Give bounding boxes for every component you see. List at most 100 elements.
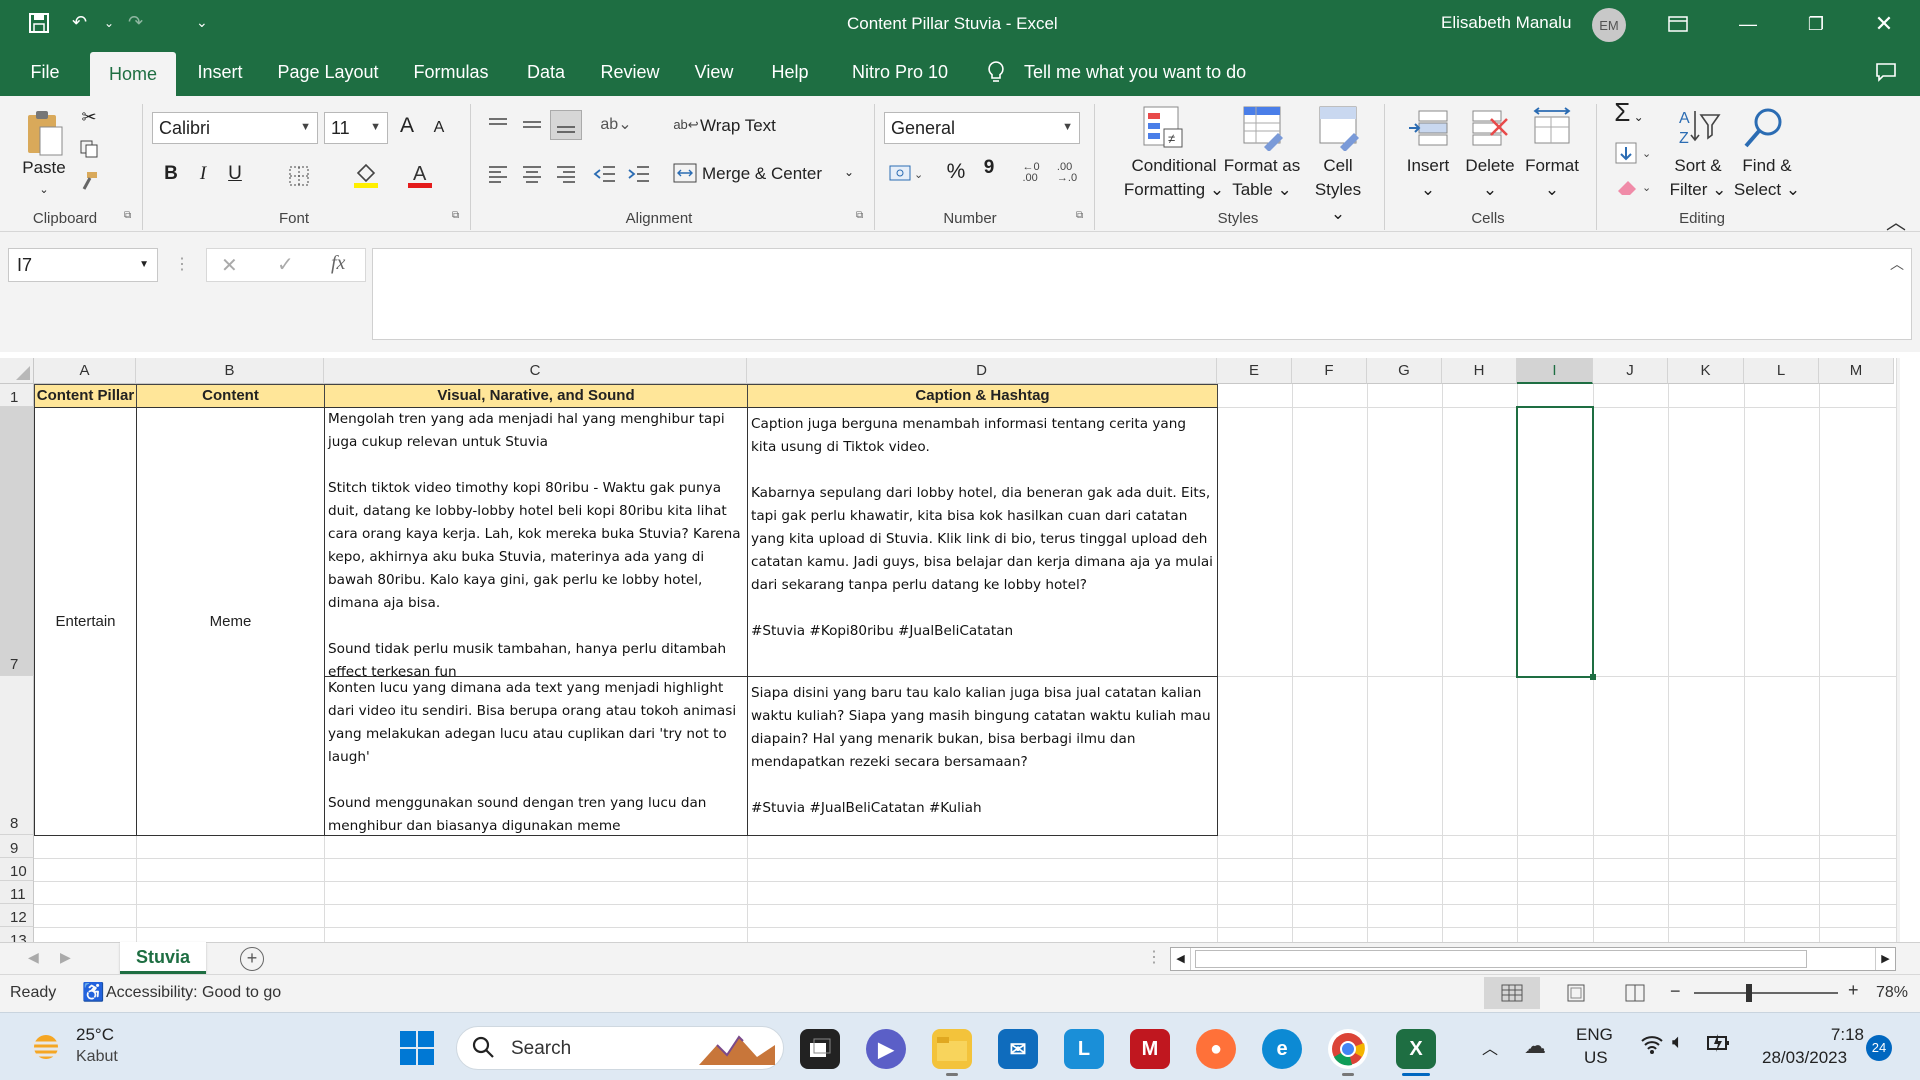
battery-icon[interactable]: [1706, 1031, 1732, 1061]
lenovo-vantage-icon[interactable]: L: [1064, 1029, 1104, 1069]
merge-dropdown-icon[interactable]: ⌄: [840, 160, 858, 184]
edge-icon[interactable]: e: [1262, 1029, 1302, 1069]
decrease-indent-icon[interactable]: [592, 162, 618, 186]
column-header-i[interactable]: I: [1517, 358, 1593, 384]
sort-filter-icon[interactable]: AZ: [1674, 104, 1722, 152]
italic-button[interactable]: I: [192, 162, 214, 186]
format-as-table-icon[interactable]: [1240, 104, 1286, 152]
align-middle-icon[interactable]: [520, 114, 544, 136]
decrease-font-button[interactable]: A: [428, 116, 450, 140]
tab-formulas[interactable]: Formulas: [404, 48, 498, 96]
excel-icon[interactable]: X: [1396, 1029, 1436, 1069]
wifi-icon[interactable]: [1640, 1033, 1664, 1060]
insert-cells-icon[interactable]: [1406, 106, 1450, 150]
tab-help[interactable]: Help: [760, 48, 820, 96]
row-header-10[interactable]: 10: [0, 858, 34, 881]
column-header-c[interactable]: C: [324, 358, 747, 384]
cell-content[interactable]: Meme: [136, 407, 325, 836]
cell-r8-visual[interactable]: Konten lucu yang dimana ada text yang me…: [324, 676, 748, 836]
taskbar-search[interactable]: Search: [456, 1026, 784, 1070]
column-header-f[interactable]: F: [1292, 358, 1367, 384]
page-break-view-icon[interactable]: [1614, 977, 1654, 1009]
teams-chat-icon[interactable]: ▶: [866, 1029, 906, 1069]
tab-home[interactable]: Home: [90, 52, 176, 96]
paste-dropdown-icon[interactable]: ⌄: [30, 178, 58, 202]
select-all-corner[interactable]: [0, 358, 34, 384]
header-caption[interactable]: Caption & Hashtag: [747, 384, 1218, 408]
customize-qat-icon[interactable]: ⌄: [196, 14, 208, 38]
column-header-l[interactable]: L: [1744, 358, 1819, 384]
column-header-h[interactable]: H: [1442, 358, 1517, 384]
tab-review[interactable]: Review: [594, 48, 666, 96]
tab-view[interactable]: View: [684, 48, 744, 96]
format-cells-icon[interactable]: [1530, 106, 1574, 150]
merge-center-button[interactable]: Merge & Center: [702, 162, 832, 186]
user-name[interactable]: Elisabeth Manalu: [1441, 13, 1571, 33]
clock-time[interactable]: 7:18: [1822, 1025, 1864, 1045]
header-content[interactable]: Content: [136, 384, 325, 408]
undo-dropdown-icon[interactable]: ⌄: [104, 16, 114, 40]
column-header-e[interactable]: E: [1217, 358, 1292, 384]
file-explorer-icon[interactable]: [932, 1029, 972, 1069]
align-bottom-icon[interactable]: [550, 110, 582, 140]
insert-function-icon[interactable]: fx: [331, 252, 345, 275]
vertical-scrollbar[interactable]: ▲ ▼: [1896, 358, 1900, 942]
cancel-icon[interactable]: ✕: [221, 253, 238, 278]
column-header-d[interactable]: D: [747, 358, 1217, 384]
accounting-format-icon[interactable]: ⌄: [886, 160, 926, 186]
enter-icon[interactable]: ✓: [277, 252, 294, 277]
alignment-launcher-icon[interactable]: ⧉: [856, 210, 863, 221]
align-top-icon[interactable]: [486, 114, 510, 136]
orientation-icon[interactable]: ab⌄: [596, 112, 636, 136]
formula-input[interactable]: [372, 248, 1912, 340]
increase-font-button[interactable]: A: [396, 114, 418, 138]
undo-icon[interactable]: ↶: [72, 12, 87, 36]
cut-icon[interactable]: ✂: [78, 106, 100, 128]
find-select-icon[interactable]: [1740, 104, 1788, 152]
column-header-a[interactable]: A: [34, 358, 136, 384]
minimize-icon[interactable]: —: [1718, 0, 1778, 48]
number-launcher-icon[interactable]: ⧉: [1076, 210, 1083, 221]
close-icon[interactable]: ✕: [1854, 0, 1914, 48]
mail-icon[interactable]: ✉: [998, 1029, 1038, 1069]
tab-data[interactable]: Data: [516, 48, 576, 96]
column-header-m[interactable]: M: [1819, 358, 1894, 384]
name-box[interactable]: I7 ▼: [8, 248, 158, 282]
row-header-9[interactable]: 9: [0, 835, 34, 858]
firefox-icon[interactable]: ●: [1196, 1029, 1236, 1069]
mcafee-icon[interactable]: M: [1130, 1029, 1170, 1069]
column-header-k[interactable]: K: [1668, 358, 1744, 384]
start-icon[interactable]: [398, 1029, 436, 1067]
tab-splitter-icon[interactable]: ⋮: [1146, 947, 1162, 967]
zoom-out-icon[interactable]: −: [1670, 981, 1681, 1002]
cell-styles-icon[interactable]: [1316, 104, 1362, 152]
redo-icon[interactable]: ↷: [128, 12, 143, 36]
row-header-12[interactable]: 12: [0, 904, 34, 927]
tab-insert[interactable]: Insert: [190, 48, 250, 96]
page-layout-view-icon[interactable]: [1556, 977, 1596, 1009]
cell-r7-caption[interactable]: Caption juga berguna menambah informasi …: [747, 407, 1218, 677]
row-header-13[interactable]: 13: [0, 927, 34, 942]
row-header-7[interactable]: 7: [0, 407, 34, 676]
fill-icon[interactable]: ⌄: [1614, 140, 1654, 166]
prev-sheet-icon[interactable]: ◀: [28, 949, 39, 966]
merge-center-icon[interactable]: [672, 160, 698, 186]
font-size-combo[interactable]: 11 ▼: [324, 112, 388, 144]
scroll-right-icon[interactable]: ▶: [1875, 948, 1895, 970]
chevron-up-icon[interactable]: ︿: [1482, 1035, 1498, 1059]
zoom-in-icon[interactable]: +: [1848, 980, 1859, 1001]
task-view-icon[interactable]: [800, 1029, 840, 1069]
clear-icon[interactable]: ⌄: [1614, 174, 1654, 200]
align-center-icon[interactable]: [520, 162, 544, 186]
header-visual[interactable]: Visual, Narative, and Sound: [324, 384, 748, 408]
onedrive-icon[interactable]: ☁: [1524, 1033, 1546, 1059]
zoom-slider-track[interactable]: [1694, 984, 1838, 1002]
sheet-tab-stuvia[interactable]: Stuvia: [120, 942, 206, 974]
comma-style-button[interactable]: 9: [980, 156, 998, 180]
header-content-pillar[interactable]: Content Pillar: [34, 384, 137, 408]
font-name-combo[interactable]: Calibri ▼: [152, 112, 318, 144]
horizontal-scrollbar[interactable]: ◀ ▶: [1170, 947, 1896, 971]
column-header-g[interactable]: G: [1367, 358, 1442, 384]
underline-button[interactable]: U: [224, 162, 246, 186]
tab-page-layout[interactable]: Page Layout: [272, 48, 384, 96]
